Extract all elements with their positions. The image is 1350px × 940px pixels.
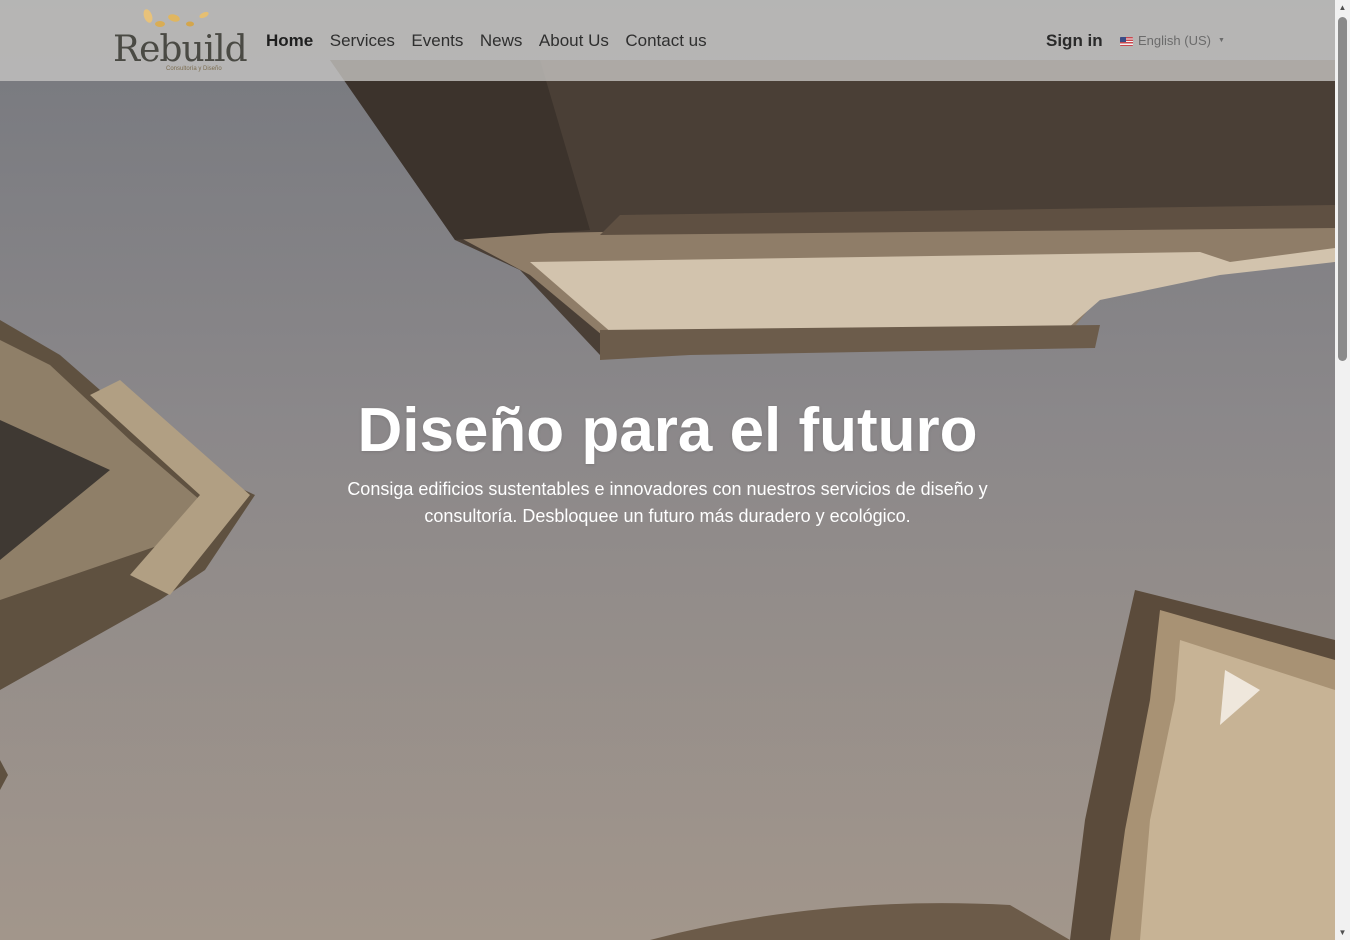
logo-tagline: Consultoría y Diseño bbox=[166, 66, 222, 72]
site-logo[interactable]: Rebuild Consultoría y Diseño bbox=[110, 6, 248, 76]
scroll-down-arrow-icon[interactable]: ▼ bbox=[1335, 925, 1350, 940]
nav-news[interactable]: News bbox=[480, 31, 523, 51]
scrollbar-thumb[interactable] bbox=[1338, 17, 1347, 361]
hero-background-image bbox=[0, 0, 1335, 940]
site-header: Rebuild Consultoría y Diseño Home Servic… bbox=[0, 0, 1335, 81]
sign-in-link[interactable]: Sign in bbox=[1046, 31, 1103, 51]
hero-title: Diseño para el futuro bbox=[357, 396, 978, 465]
language-selector[interactable]: English (US) ▼ bbox=[1120, 33, 1225, 49]
logo-wordmark: Rebuild bbox=[113, 29, 248, 70]
us-flag-icon bbox=[1120, 36, 1133, 46]
page-scrollbar[interactable]: ▲ ▼ bbox=[1335, 0, 1350, 940]
nav-about-us[interactable]: About Us bbox=[539, 31, 609, 51]
nav-events[interactable]: Events bbox=[411, 31, 463, 51]
language-label: English (US) bbox=[1138, 33, 1211, 48]
hero-subtitle: Consiga edificios sustentables e innovad… bbox=[347, 479, 988, 526]
nav-services[interactable]: Services bbox=[330, 31, 395, 51]
nav-contact-us[interactable]: Contact us bbox=[625, 31, 706, 51]
scroll-up-arrow-icon[interactable]: ▲ bbox=[1335, 0, 1350, 15]
nav-home[interactable]: Home bbox=[266, 31, 313, 51]
main-nav: Home Services Events News About Us Conta… bbox=[266, 31, 723, 51]
page-viewport: Rebuild Consultoría y Diseño Home Servic… bbox=[0, 0, 1335, 940]
chevron-down-icon: ▼ bbox=[1217, 37, 1225, 44]
